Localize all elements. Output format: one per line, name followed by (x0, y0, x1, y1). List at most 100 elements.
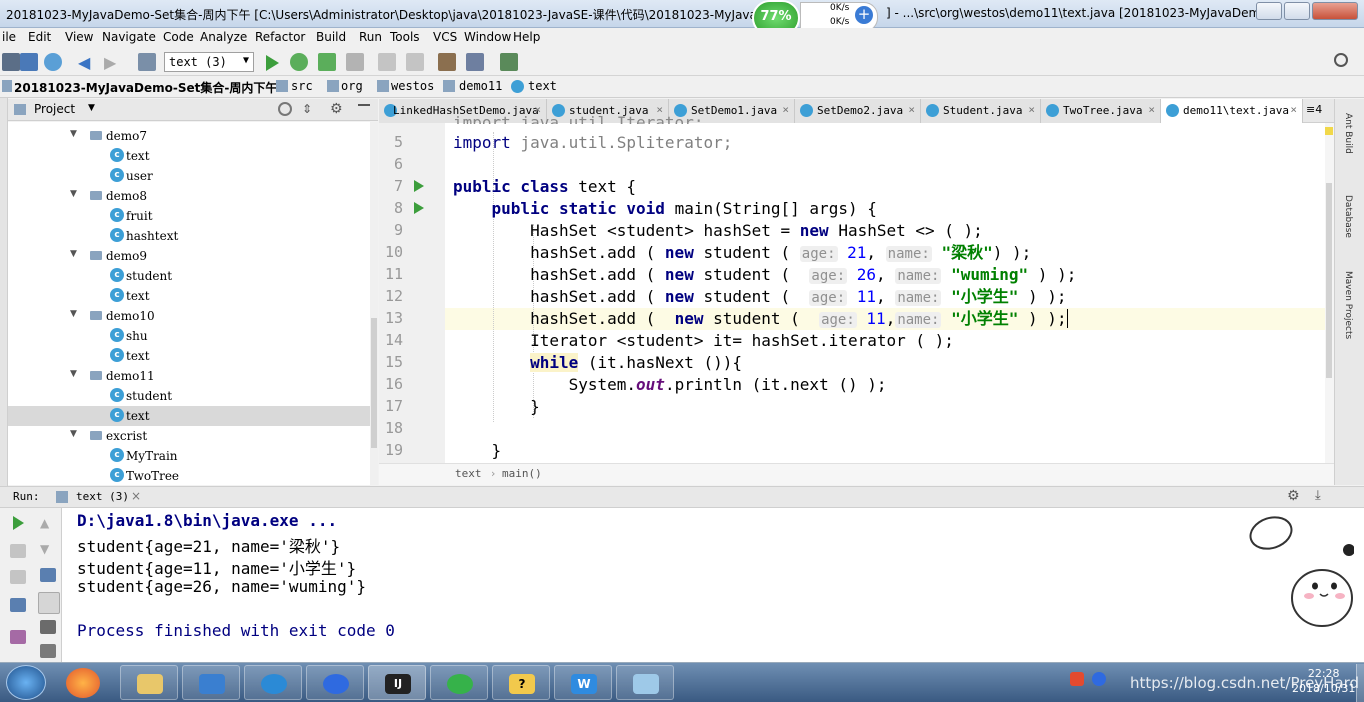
nav-project[interactable]: 20181023-MyJavaDemo-Set集合-周内下午 (14, 79, 277, 96)
system-clock[interactable]: 22:28 2018/10/31 (1292, 666, 1355, 696)
tree-folder-demo7[interactable]: ▼ demo7 (8, 126, 370, 146)
tab-demo11-text[interactable]: demo11\text.java × (1161, 99, 1303, 123)
pause-icon[interactable] (10, 570, 26, 584)
taskbar-notes[interactable] (616, 665, 674, 700)
database-tool[interactable]: Database (1343, 195, 1353, 238)
trash-icon[interactable] (40, 644, 56, 658)
close-icon[interactable]: × (1028, 103, 1035, 116)
nav-crumb-demo11[interactable]: demo11 (459, 79, 502, 93)
tree-class-text[interactable]: c text (8, 286, 370, 306)
project-structure-icon[interactable] (466, 53, 484, 71)
close-icon[interactable]: × (1148, 103, 1155, 116)
menu-build[interactable]: Build (316, 30, 346, 44)
locate-icon[interactable] (278, 102, 292, 116)
run-gutter-icon[interactable] (414, 202, 424, 214)
close-icon[interactable]: × (1290, 103, 1297, 116)
nav-crumb-westos[interactable]: westos (391, 79, 434, 93)
build-icon[interactable] (138, 53, 156, 71)
chevron-down-icon[interactable]: ▼ (88, 103, 95, 113)
taskbar-help[interactable]: ? (492, 665, 550, 700)
open-icon[interactable] (2, 53, 20, 71)
search-icon[interactable] (1334, 53, 1348, 67)
run-gutter-icon[interactable] (414, 180, 424, 192)
tree-class-mytrain[interactable]: c MyTrain (8, 446, 370, 466)
menu-analyze[interactable]: Analyze (200, 30, 247, 44)
nav-crumb-org[interactable]: org (341, 79, 363, 93)
taskbar-baidu[interactable] (306, 665, 364, 700)
down-icon[interactable]: ▼ (40, 542, 49, 556)
run-config-select[interactable]: text (3) ▼ (164, 52, 254, 72)
rerun-icon[interactable] (13, 516, 24, 530)
run-tab[interactable]: text (3) (76, 490, 129, 503)
settings-wrench-icon[interactable] (438, 53, 456, 71)
menu-window[interactable]: Window (464, 30, 511, 44)
taskbar-wps[interactable]: W (554, 665, 612, 700)
project-panel-title[interactable]: Project (34, 102, 75, 116)
hide-panel-icon[interactable]: ⤓ (1315, 488, 1321, 503)
show-desktop-button[interactable] (1356, 664, 1364, 702)
tab-student-upper[interactable]: Student.java × (921, 99, 1041, 123)
tree-class-text[interactable]: c text (8, 346, 370, 366)
editor-scrollbar[interactable] (1325, 123, 1334, 463)
maximize-button[interactable] (1284, 2, 1310, 20)
start-button[interactable] (6, 665, 46, 700)
menu-edit[interactable]: Edit (28, 30, 51, 44)
tree-folder-demo9[interactable]: ▼ demo9 (8, 246, 370, 266)
back-icon[interactable]: ◀ (78, 53, 96, 72)
tree-class-shu[interactable]: c shu (8, 326, 370, 346)
menu-navigate[interactable]: Navigate (102, 30, 156, 44)
tab-setdemo2[interactable]: SetDemo2.java × (795, 99, 921, 123)
coverage-icon[interactable] (318, 53, 336, 71)
tabs-overflow-button[interactable]: ≡4 (1306, 103, 1322, 116)
ant-build-tool[interactable]: Ant Build (1343, 113, 1353, 154)
menu-help[interactable]: Help (513, 30, 540, 44)
tree-class-student[interactable]: c student (8, 266, 370, 286)
close-button[interactable] (1312, 2, 1358, 20)
tree-folder-demo11[interactable]: ▼ demo11 (8, 366, 370, 386)
gear-icon[interactable]: ⚙ (330, 101, 343, 117)
plus-icon[interactable]: + (855, 6, 873, 24)
menu-run[interactable]: Run (359, 30, 382, 44)
close-icon[interactable]: × (131, 489, 141, 503)
crumb-class[interactable]: text (455, 467, 482, 480)
nav-crumb-src[interactable]: src (291, 79, 313, 93)
menu-vcs[interactable]: VCS (433, 30, 457, 44)
close-icon[interactable]: × (908, 103, 915, 116)
menu-refactor[interactable]: Refactor (255, 30, 305, 44)
taskbar-360[interactable] (430, 665, 488, 700)
taskbar-explorer[interactable] (120, 665, 178, 700)
project-scrollbar[interactable] (370, 122, 378, 485)
menu-code[interactable]: Code (163, 30, 194, 44)
close-icon[interactable]: × (782, 103, 789, 116)
maven-projects-tool[interactable]: Maven Projects (1343, 271, 1353, 339)
minimize-button[interactable] (1256, 2, 1282, 20)
vcs-icon[interactable] (406, 53, 424, 71)
up-icon[interactable]: ▲ (40, 516, 49, 530)
tree-folder-demo10[interactable]: ▼ demo10 (8, 306, 370, 326)
forward-icon[interactable]: ▶ (104, 53, 122, 72)
app-icon-launcher[interactable] (66, 668, 100, 698)
tree-class-user[interactable]: c user (8, 166, 370, 186)
soft-wrap-icon[interactable] (40, 568, 56, 582)
settings-icon[interactable] (10, 630, 26, 644)
taskbar-intellij[interactable]: IJ (368, 665, 426, 700)
attach-icon[interactable] (378, 53, 396, 71)
taskbar-media[interactable] (182, 665, 240, 700)
stop-icon[interactable] (346, 53, 364, 71)
tree-class-twotree[interactable]: c TwoTree (8, 466, 370, 485)
crumb-method[interactable]: main() (502, 467, 542, 480)
gear-icon[interactable]: ⚙ (1287, 488, 1300, 504)
tree-class-fruit[interactable]: c fruit (8, 206, 370, 226)
menu-view[interactable]: View (65, 30, 93, 44)
tree-class-text-selected[interactable]: c text (8, 406, 370, 426)
tree-class-student[interactable]: c student (8, 386, 370, 406)
scroll-to-end-icon[interactable] (38, 592, 60, 614)
nav-crumb-text[interactable]: text (528, 79, 557, 93)
dump-threads-icon[interactable] (10, 598, 26, 612)
help-tray-icon[interactable] (1092, 672, 1106, 686)
taskbar-ie[interactable] (244, 665, 302, 700)
scroll-thumb[interactable] (1326, 183, 1332, 378)
ime-icon[interactable] (1070, 672, 1084, 686)
tree-folder-demo8[interactable]: ▼ demo8 (8, 186, 370, 206)
print-icon[interactable] (40, 620, 56, 634)
